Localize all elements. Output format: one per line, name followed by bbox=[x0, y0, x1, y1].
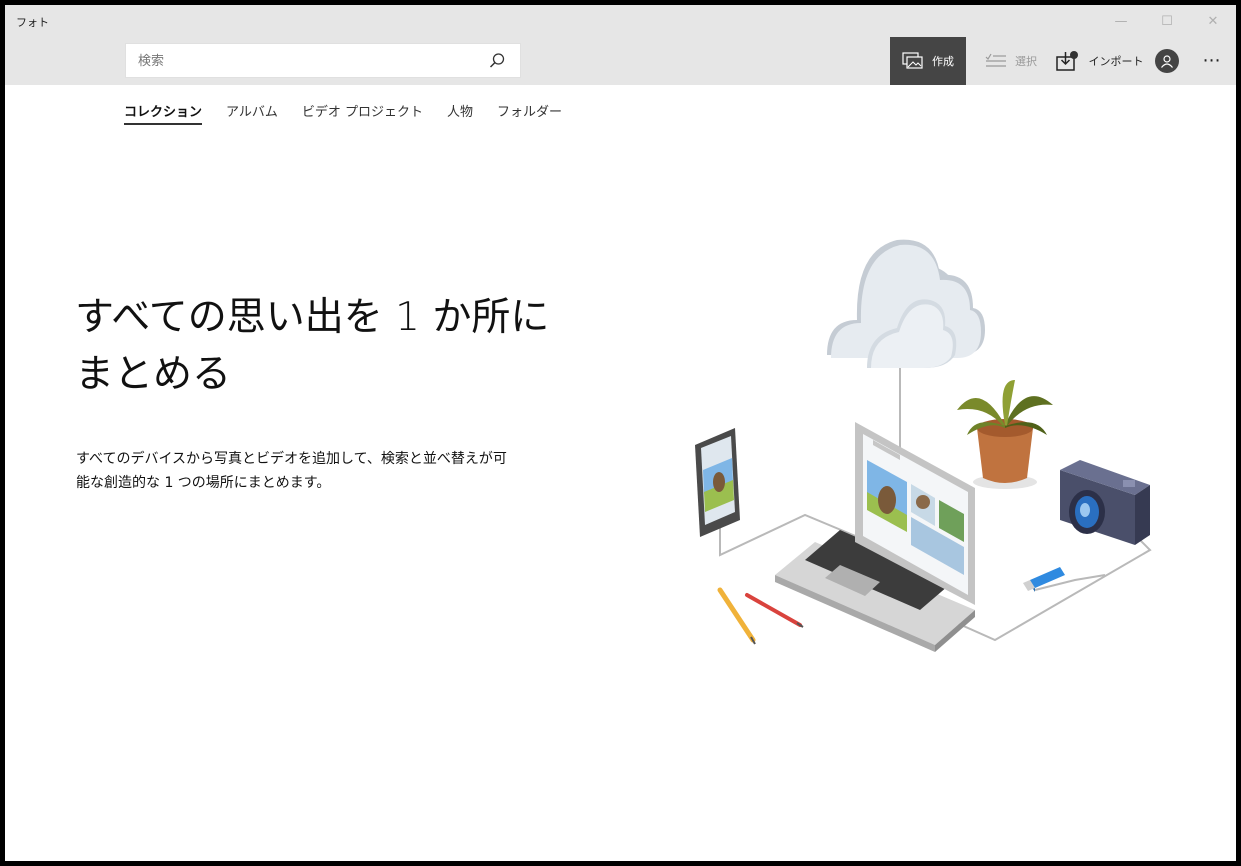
pen-icon bbox=[745, 593, 804, 628]
minimize-button[interactable]: — bbox=[1098, 5, 1144, 37]
select-button[interactable]: 選択 bbox=[971, 37, 1051, 85]
devices-illustration bbox=[695, 239, 1152, 652]
cloud-icon bbox=[827, 239, 985, 368]
close-button[interactable]: ✕ bbox=[1190, 5, 1236, 37]
create-button[interactable]: 作成 bbox=[890, 37, 966, 85]
title-bar: フォト — ☐ ✕ bbox=[5, 5, 1236, 37]
hero-description-line-1: すべてのデバイスから写真とビデオを追加して、検索と並べ替えが可 bbox=[76, 451, 507, 467]
select-icon bbox=[985, 53, 1006, 67]
navigation-tabs: コレクション アルバム ビデオ プロジェクト 人物 フォルダー bbox=[124, 101, 562, 125]
laptop-icon bbox=[775, 422, 975, 652]
phone-icon bbox=[695, 428, 740, 537]
more-icon[interactable]: ⋯ bbox=[1195, 48, 1229, 74]
import-button[interactable]: インポート bbox=[1051, 37, 1147, 85]
hero-description-line-2: 能な創造的な 1 つの場所にまとめます。 bbox=[76, 475, 331, 491]
select-label: 選択 bbox=[1015, 55, 1037, 68]
search-icon[interactable] bbox=[488, 52, 506, 70]
tab-collection[interactable]: コレクション bbox=[124, 101, 203, 125]
search-box bbox=[125, 43, 521, 79]
photos-app-window: フォト — ☐ ✕ 作成 bbox=[5, 5, 1236, 861]
tab-folders[interactable]: フォルダー bbox=[497, 101, 562, 125]
create-label: 作成 bbox=[932, 55, 954, 68]
account-icon bbox=[1161, 55, 1173, 68]
create-icon bbox=[902, 52, 923, 69]
tab-people[interactable]: 人物 bbox=[447, 101, 473, 125]
account-button[interactable] bbox=[1155, 49, 1179, 73]
hero-title-line-1: すべての思い出を 1 か所に bbox=[75, 295, 550, 340]
hero-description: すべてのデバイスから写真とビデオを追加して、検索と並べ替えが可 能な創造的な 1… bbox=[76, 447, 561, 495]
plant-icon bbox=[957, 380, 1053, 489]
tab-video-projects[interactable]: ビデオ プロジェクト bbox=[302, 101, 423, 125]
import-icon bbox=[1055, 51, 1078, 71]
search-input[interactable] bbox=[126, 44, 480, 79]
app-title: フォト bbox=[16, 16, 49, 29]
tab-albums[interactable]: アルバム bbox=[226, 101, 278, 125]
maximize-button[interactable]: ☐ bbox=[1144, 5, 1190, 37]
camera-icon bbox=[1060, 460, 1150, 545]
hero-title: すべての思い出を 1 か所に まとめる bbox=[75, 289, 595, 403]
hero-title-line-2: まとめる bbox=[75, 352, 232, 397]
import-label: インポート bbox=[1088, 55, 1144, 68]
toolbar: 作成 選択 インポート ⋯ bbox=[5, 37, 1236, 85]
